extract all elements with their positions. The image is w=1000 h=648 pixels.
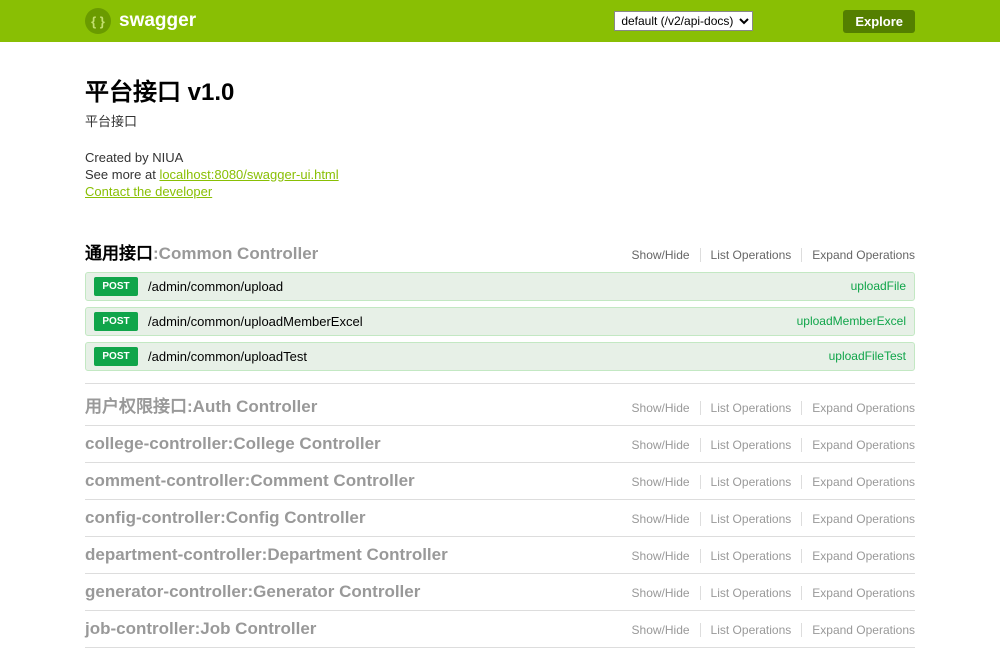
resource-description: Auth Controller	[193, 397, 318, 417]
resource-section: comment-controller : Comment ControllerS…	[85, 463, 915, 500]
expand-operations-link[interactable]: Expand Operations	[802, 401, 915, 415]
http-method-badge: POST	[94, 312, 138, 331]
resource-actions: Show/HideList OperationsExpand Operation…	[622, 512, 915, 526]
resource-title[interactable]: college-controller	[85, 434, 228, 454]
list-operations-link[interactable]: List Operations	[701, 438, 803, 452]
resource-title[interactable]: config-controller	[85, 508, 220, 528]
list-operations-link[interactable]: List Operations	[701, 512, 803, 526]
resource-description: Config Controller	[226, 508, 366, 528]
main-content: 平台接口 v1.0 平台接口 Created by NIUA See more …	[85, 42, 915, 648]
explore-button[interactable]: Explore	[843, 10, 915, 33]
resource-header[interactable]: college-controller : College ControllerS…	[85, 426, 915, 462]
resource-title[interactable]: 通用接口	[85, 239, 153, 264]
resource-actions: Show/HideList OperationsExpand Operation…	[622, 248, 915, 262]
see-more-line: See more at localhost:8080/swagger-ui.ht…	[85, 167, 915, 184]
resource-header[interactable]: config-controller : Config ControllerSho…	[85, 500, 915, 536]
list-operations-link[interactable]: List Operations	[701, 623, 803, 637]
resource-description: Generator Controller	[253, 582, 420, 602]
expand-operations-link[interactable]: Expand Operations	[802, 248, 915, 262]
show-hide-link[interactable]: Show/Hide	[622, 401, 701, 415]
resource-actions: Show/HideList OperationsExpand Operation…	[622, 586, 915, 600]
topbar-inner: { } swagger default (/v2/api-docs) Explo…	[85, 8, 915, 34]
swagger-logo-icon: { }	[85, 8, 111, 34]
list-operations-link[interactable]: List Operations	[701, 475, 803, 489]
contact-developer-link[interactable]: Contact the developer	[85, 184, 212, 199]
resource-section: college-controller : College ControllerS…	[85, 426, 915, 463]
resource-title[interactable]: generator-controller	[85, 582, 247, 602]
resource-section: job-controller : Job ControllerShow/Hide…	[85, 611, 915, 648]
resource-section: config-controller : Config ControllerSho…	[85, 500, 915, 537]
http-method-badge: POST	[94, 277, 138, 296]
show-hide-link[interactable]: Show/Hide	[622, 475, 701, 489]
topbar-controls: default (/v2/api-docs) Explore	[614, 10, 915, 33]
endpoint-row[interactable]: POST/admin/common/upload uploadFile	[85, 272, 915, 301]
expand-operations-link[interactable]: Expand Operations	[802, 512, 915, 526]
resource-header[interactable]: comment-controller : Comment ControllerS…	[85, 463, 915, 499]
expand-operations-link[interactable]: Expand Operations	[802, 623, 915, 637]
see-more-prefix: See more at	[85, 167, 159, 182]
api-description: 平台接口	[85, 111, 915, 130]
endpoint-path[interactable]: /admin/common/upload	[148, 279, 841, 294]
expand-operations-link[interactable]: Expand Operations	[802, 475, 915, 489]
expand-operations-link[interactable]: Expand Operations	[802, 549, 915, 563]
api-spec-select[interactable]: default (/v2/api-docs)	[614, 11, 753, 31]
resource-description: Comment Controller	[250, 471, 414, 491]
list-operations-link[interactable]: List Operations	[701, 248, 803, 262]
resource-actions: Show/HideList OperationsExpand Operation…	[622, 623, 915, 637]
http-method-badge: POST	[94, 347, 138, 366]
logo[interactable]: { } swagger	[85, 8, 196, 34]
resource-title[interactable]: comment-controller	[85, 471, 245, 491]
endpoint-path[interactable]: /admin/common/uploadTest	[148, 349, 819, 364]
expand-operations-link[interactable]: Expand Operations	[802, 586, 915, 600]
endpoint-summary[interactable]: uploadFileTest	[829, 349, 906, 363]
show-hide-link[interactable]: Show/Hide	[622, 549, 701, 563]
resource-header[interactable]: job-controller : Job ControllerShow/Hide…	[85, 611, 915, 647]
list-operations-link[interactable]: List Operations	[701, 586, 803, 600]
resource-actions: Show/HideList OperationsExpand Operation…	[622, 475, 915, 489]
endpoint-row[interactable]: POST/admin/common/uploadTest uploadFileTe…	[85, 342, 915, 371]
api-title: 平台接口 v1.0	[85, 72, 915, 107]
endpoint-row[interactable]: POST/admin/common/uploadMemberExcel uploa…	[85, 307, 915, 336]
endpoints-list: POST/admin/common/uploaduploadFilePOST/a…	[85, 272, 915, 383]
resource-actions: Show/HideList OperationsExpand Operation…	[622, 401, 915, 415]
show-hide-link[interactable]: Show/Hide	[622, 438, 701, 452]
created-by-line: Created by NIUA	[85, 150, 915, 167]
topbar: { } swagger default (/v2/api-docs) Explo…	[0, 0, 1000, 42]
resource-description: Job Controller	[200, 619, 316, 639]
resource-title[interactable]: 用户权限接口	[85, 392, 187, 417]
resource-section: generator-controller : Generator Control…	[85, 574, 915, 611]
resource-actions: Show/HideList OperationsExpand Operation…	[622, 549, 915, 563]
resource-section: department-controller : Department Contr…	[85, 537, 915, 574]
brand-text: swagger	[119, 10, 196, 32]
resource-header[interactable]: 用户权限接口 : Auth ControllerShow/HideList Op…	[85, 384, 915, 425]
resource-description: College Controller	[233, 434, 380, 454]
list-operations-link[interactable]: List Operations	[701, 401, 803, 415]
resource-section: 用户权限接口 : Auth ControllerShow/HideList Op…	[85, 384, 915, 426]
resource-header[interactable]: generator-controller : Generator Control…	[85, 574, 915, 610]
endpoint-summary[interactable]: uploadFile	[851, 279, 906, 293]
resource-section: 通用接口 : Common ControllerShow/HideList Op…	[85, 231, 915, 384]
show-hide-link[interactable]: Show/Hide	[622, 512, 701, 526]
expand-operations-link[interactable]: Expand Operations	[802, 438, 915, 452]
resource-header[interactable]: 通用接口 : Common ControllerShow/HideList Op…	[85, 231, 915, 272]
resource-title[interactable]: department-controller	[85, 545, 262, 565]
resource-description: Department Controller	[267, 545, 447, 565]
contact-line: Contact the developer	[85, 184, 915, 201]
show-hide-link[interactable]: Show/Hide	[622, 248, 701, 262]
resources-list: 通用接口 : Common ControllerShow/HideList Op…	[85, 231, 915, 648]
resource-title[interactable]: job-controller	[85, 619, 195, 639]
endpoint-path[interactable]: /admin/common/uploadMemberExcel	[148, 314, 787, 329]
resource-actions: Show/HideList OperationsExpand Operation…	[622, 438, 915, 452]
docs-url-link[interactable]: localhost:8080/swagger-ui.html	[159, 167, 338, 182]
list-operations-link[interactable]: List Operations	[701, 549, 803, 563]
resource-header[interactable]: department-controller : Department Contr…	[85, 537, 915, 573]
show-hide-link[interactable]: Show/Hide	[622, 623, 701, 637]
show-hide-link[interactable]: Show/Hide	[622, 586, 701, 600]
endpoint-summary[interactable]: uploadMemberExcel	[797, 314, 906, 328]
resource-description: Common Controller	[159, 244, 319, 264]
